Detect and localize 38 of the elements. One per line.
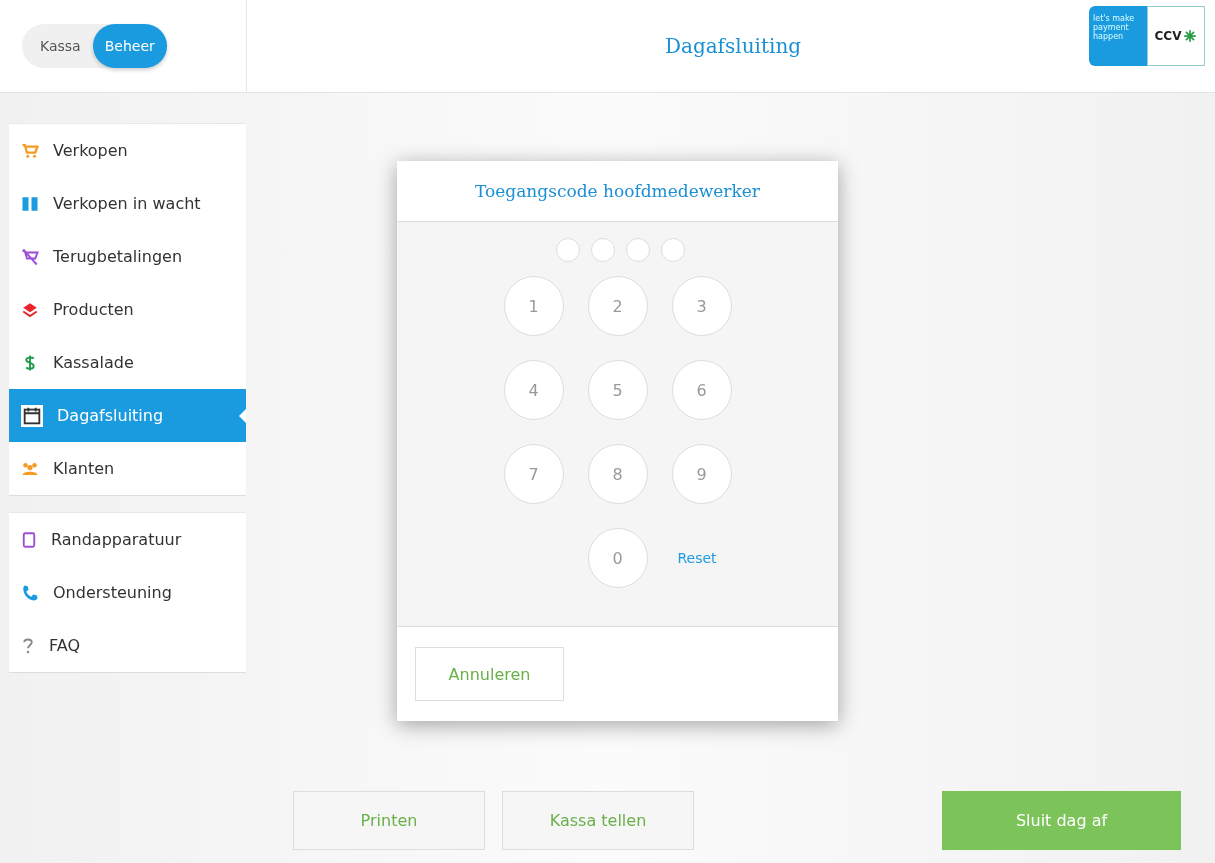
- page-title: Dagafsluiting: [663, 33, 803, 60]
- mode-tab[interactable]: Kassa: [28, 24, 93, 68]
- action-button[interactable]: Printen: [293, 791, 485, 850]
- cart-icon: [21, 141, 39, 160]
- tablet-icon: [21, 530, 37, 549]
- menu-item[interactable]: Klanten: [9, 442, 246, 495]
- calendar-icon: [21, 404, 43, 427]
- keypad-key[interactable]: 2: [587, 276, 648, 336]
- menu-item[interactable]: Randapparatuur: [9, 513, 246, 566]
- pause-icon: [21, 194, 39, 213]
- keypad-key[interactable]: 6: [671, 360, 732, 420]
- crossed-cart-icon: [21, 247, 39, 266]
- question-icon: [21, 636, 35, 655]
- star-icon: [1183, 29, 1198, 43]
- keypad-key[interactable]: 9: [671, 444, 732, 504]
- mode-tab[interactable]: Beheer: [92, 24, 167, 68]
- logo-tagline: let's make payment happen: [1089, 6, 1147, 66]
- menu-item[interactable]: Dagafsluiting: [9, 389, 246, 442]
- reset-link[interactable]: Reset: [671, 528, 723, 588]
- keypad-key[interactable]: 0: [587, 528, 648, 588]
- phone-icon: [21, 583, 39, 602]
- keypad-key[interactable]: 4: [503, 360, 564, 420]
- menu-item[interactable]: Verkopen in wacht: [9, 177, 246, 230]
- menu-item[interactable]: Kassalade: [9, 336, 246, 389]
- action-button[interactable]: Sluit dag af: [942, 791, 1181, 850]
- menu-item[interactable]: Verkopen: [9, 124, 246, 177]
- menu-item[interactable]: Ondersteuning: [9, 566, 246, 619]
- menu-item[interactable]: Producten: [9, 283, 246, 336]
- keypad-key[interactable]: 5: [587, 360, 648, 420]
- keypad-key[interactable]: 1: [503, 276, 564, 336]
- cancel-button[interactable]: Annuleren: [415, 647, 564, 701]
- menu-item[interactable]: FAQ: [9, 619, 246, 672]
- logo-text: CCV: [1154, 29, 1182, 43]
- keypad-key[interactable]: 8: [587, 444, 648, 504]
- keypad-key[interactable]: 7: [503, 444, 564, 504]
- action-button[interactable]: Kassa tellen: [502, 791, 694, 850]
- menu-item[interactable]: Terugbetalingen: [9, 230, 246, 283]
- keypad-key[interactable]: 3: [671, 276, 732, 336]
